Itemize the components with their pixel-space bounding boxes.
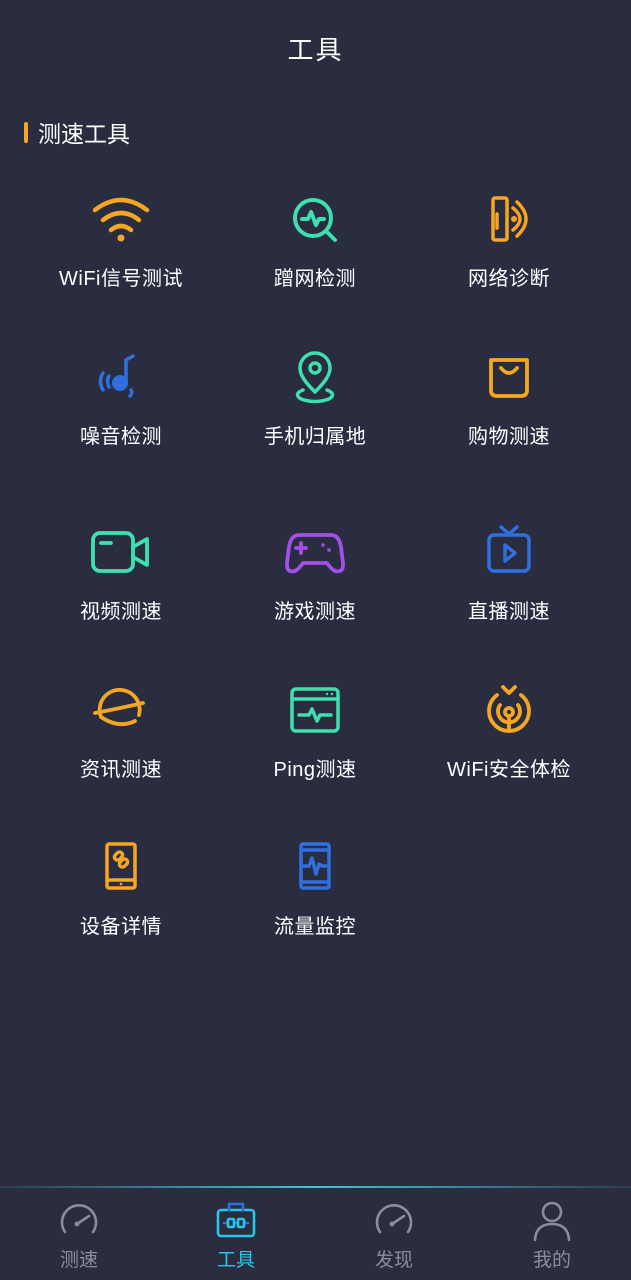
tool-network-diagnosis[interactable]: 网络诊断 <box>409 188 609 308</box>
tab-discover[interactable]: 发现 <box>344 1198 444 1274</box>
tool-ping-speed[interactable]: Ping测速 <box>215 679 415 799</box>
tool-phone-location[interactable]: 手机归属地 <box>215 346 415 466</box>
tool-label: 资讯测速 <box>80 759 162 781</box>
tab-mine[interactable]: 我的 <box>502 1198 602 1274</box>
gamepad-icon <box>283 521 347 585</box>
tab-label: 测速 <box>59 1250 98 1271</box>
tool-label: 流量监控 <box>274 916 356 938</box>
planet-icon <box>89 679 153 743</box>
shopping-bag-icon <box>477 346 541 410</box>
tool-device-detail[interactable]: 设备详情 <box>21 836 221 956</box>
tab-label: 工具 <box>216 1250 255 1271</box>
network-diagnosis-icon <box>477 188 541 252</box>
tool-label: WiFi信号测试 <box>59 268 183 290</box>
speedometer-icon <box>60 1204 98 1234</box>
tool-label: 蹭网检测 <box>274 268 356 290</box>
tool-label: Ping测速 <box>273 759 357 781</box>
header: 工具 <box>0 0 631 96</box>
ping-browser-icon <box>283 679 347 743</box>
tool-label: 直播测速 <box>468 601 550 623</box>
tab-tools[interactable]: 工具 <box>186 1198 286 1274</box>
tab-speed-test[interactable]: 测速 <box>29 1198 129 1274</box>
tool-label: 视频测速 <box>80 601 162 623</box>
tool-wifi-security[interactable]: WiFi安全体检 <box>409 679 609 799</box>
tool-label: 网络诊断 <box>468 268 550 290</box>
tool-shopping-speed[interactable]: 购物测速 <box>409 346 609 466</box>
tool-label: 手机归属地 <box>263 426 367 448</box>
tool-wifi-signal[interactable]: WiFi信号测试 <box>21 188 221 308</box>
tool-news-speed[interactable]: 资讯测速 <box>21 679 221 799</box>
network-scan-icon <box>283 188 347 252</box>
tool-video-speed[interactable]: 视频测速 <box>21 521 221 641</box>
page-title: 工具 <box>287 35 344 65</box>
traffic-monitor-icon <box>283 836 347 900</box>
section-header: 测速工具 <box>24 116 130 148</box>
toolbox-icon <box>216 1202 256 1238</box>
tool-label: 噪音检测 <box>80 426 162 448</box>
tv-play-icon <box>477 521 541 585</box>
discover-gauge-icon <box>375 1204 413 1234</box>
video-camera-icon <box>89 521 153 585</box>
wifi-icon <box>89 188 153 252</box>
section-accent-bar <box>24 121 28 143</box>
tab-label: 我的 <box>532 1250 571 1271</box>
tab-label: 发现 <box>374 1250 413 1271</box>
tool-label: WiFi安全体检 <box>447 759 571 781</box>
device-link-icon <box>89 836 153 900</box>
wifi-security-icon <box>477 679 541 743</box>
noise-icon <box>89 346 153 410</box>
tool-network-scan[interactable]: 蹭网检测 <box>215 188 415 308</box>
tool-live-speed[interactable]: 直播测速 <box>409 521 609 641</box>
tool-label: 购物测速 <box>468 426 550 448</box>
location-pin-icon <box>283 346 347 410</box>
tool-game-speed[interactable]: 游戏测速 <box>215 521 415 641</box>
tool-label: 设备详情 <box>80 916 162 938</box>
tool-label: 游戏测速 <box>274 601 356 623</box>
bottom-tab-bar: 测速 工具 发现 我的 <box>0 1186 631 1280</box>
tabbar-divider <box>0 1186 631 1188</box>
section-title: 测速工具 <box>38 121 130 147</box>
user-icon <box>533 1201 571 1242</box>
tool-traffic-monitor[interactable]: 流量监控 <box>215 836 415 956</box>
tool-noise-detect[interactable]: 噪音检测 <box>21 346 221 466</box>
